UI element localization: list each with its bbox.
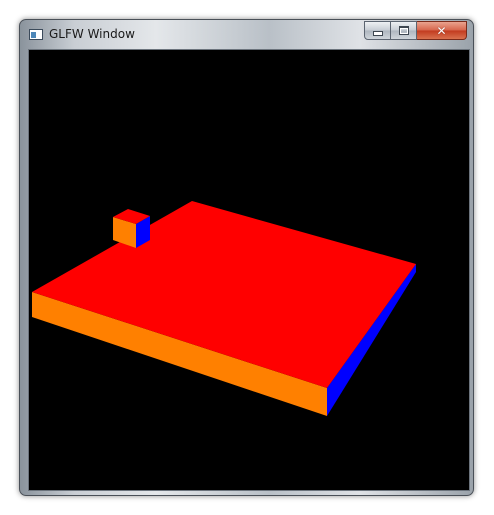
app-icon[interactable] [29, 29, 43, 40]
window-title: GLFW Window [49, 27, 135, 41]
maximize-icon [398, 26, 409, 35]
minimize-button[interactable] [364, 21, 391, 40]
maximize-button[interactable] [391, 21, 417, 40]
minimize-icon [372, 31, 383, 36]
caption-buttons: ✕ [364, 21, 467, 40]
close-button[interactable]: ✕ [417, 21, 467, 40]
close-icon: ✕ [436, 23, 447, 38]
3d-scene [29, 50, 469, 490]
opengl-viewport[interactable] [28, 49, 470, 491]
app-window: GLFW Window ✕ [19, 19, 474, 496]
title-bar[interactable]: GLFW Window ✕ [20, 20, 473, 49]
